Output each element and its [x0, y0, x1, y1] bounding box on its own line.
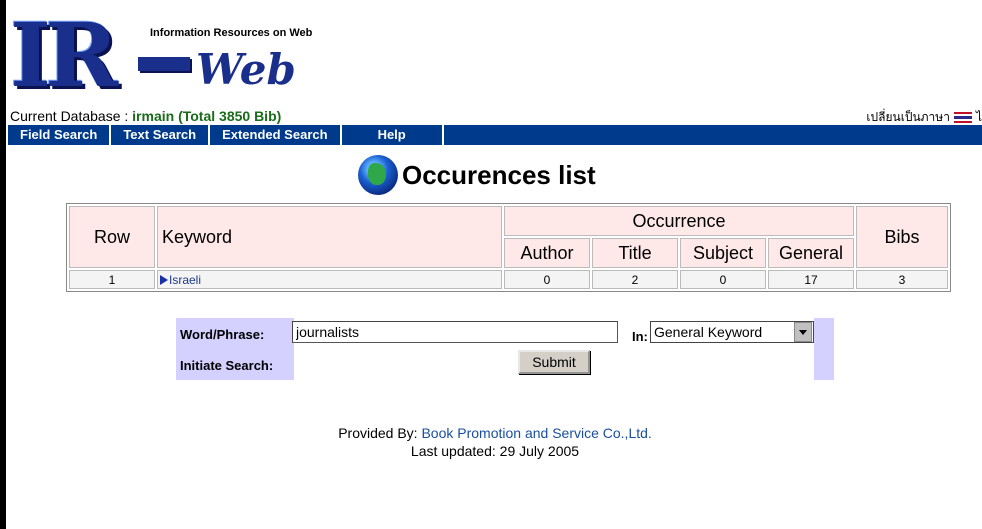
arrow-right-icon[interactable] [160, 274, 168, 285]
keyword-link[interactable]: Israeli [169, 273, 201, 287]
select-dropdown-button[interactable] [794, 322, 812, 342]
search-form: Word/Phrase: In: General Keyword Initiat… [176, 318, 834, 380]
header-general: General [768, 238, 854, 268]
chevron-down-icon[interactable] [799, 329, 807, 335]
current-database: Current Database : irmain (Total 3850 Bi… [10, 108, 281, 124]
word-phrase-input[interactable] [292, 321, 618, 343]
cell-keyword[interactable]: Israeli [157, 270, 502, 289]
cell-general: 17 [768, 270, 854, 289]
provider-link[interactable]: Book Promotion and Service Co.,Ltd. [421, 425, 651, 441]
globe-icon [358, 155, 398, 195]
in-label: In: [632, 329, 648, 344]
occurrences-table: Row Keyword Occurrence Bibs Author Title… [66, 203, 951, 292]
header-bibs: Bibs [856, 206, 948, 268]
nav-text-search[interactable]: Text Search [111, 125, 211, 145]
logo-dash [138, 57, 190, 71]
word-phrase-label: Word/Phrase: [180, 327, 265, 342]
table-row: 1 Israeli 0 2 0 17 3 [69, 270, 948, 289]
header-keyword: Keyword [157, 206, 502, 268]
provided-by: Provided By: Book Promotion and Service … [8, 425, 982, 441]
header-title: Title [592, 238, 678, 268]
database-prefix: Current Database : [10, 108, 133, 124]
cell-row: 1 [69, 270, 155, 289]
logo-ir-text: IR [10, 3, 118, 107]
header-author: Author [504, 238, 590, 268]
nav-extended-search[interactable]: Extended Search [210, 125, 342, 145]
page: IR Web Information Resources on Web Curr… [8, 0, 982, 529]
provided-by-label: Provided By: [338, 425, 422, 441]
page-title: Occurences list [402, 159, 596, 190]
cell-author: 0 [504, 270, 590, 289]
cell-bibs: 3 [856, 270, 948, 289]
cell-title: 2 [592, 270, 678, 289]
search-field-select[interactable]: General Keyword [650, 321, 814, 343]
database-name: irmain (Total 3850 Bib) [132, 108, 282, 124]
window-left-border [0, 0, 6, 529]
last-updated: Last updated: 29 July 2005 [410, 443, 580, 459]
cell-subject: 0 [680, 270, 766, 289]
header-occurrence: Occurrence [504, 206, 854, 236]
ir-web-logo: IR Web Information Resources on Web [10, 5, 340, 107]
header-row: Row [69, 206, 155, 268]
nav-field-search[interactable]: Field Search [8, 125, 112, 145]
logo-web-text: Web [196, 45, 296, 94]
nav-bar: Field Search Text Search Extended Search… [8, 125, 982, 145]
initiate-search-label: Initiate Search: [180, 358, 274, 373]
page-heading: Occurences list [358, 155, 596, 195]
nav-help[interactable]: Help [342, 125, 444, 145]
header-subject: Subject [680, 238, 766, 268]
logo-tagline: Information Resources on Web [150, 27, 313, 39]
thai-flag-icon[interactable] [953, 112, 972, 123]
submit-button[interactable]: Submit [518, 350, 590, 374]
search-field-value[interactable]: General Keyword [651, 324, 794, 340]
search-right-panel [814, 318, 834, 380]
